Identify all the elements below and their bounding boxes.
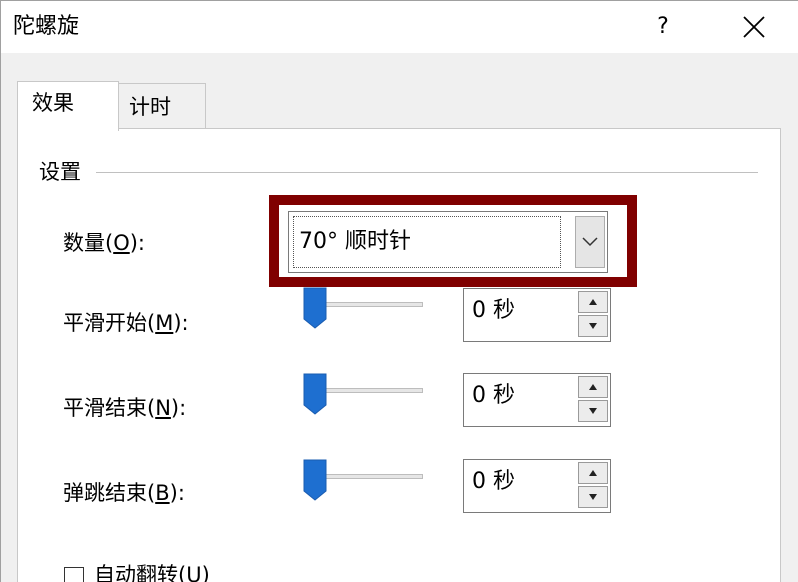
smooth-end-spinbox[interactable]: 0 秒 (463, 373, 611, 427)
smooth-start-increment-button[interactable] (578, 291, 608, 313)
chevron-down-icon (582, 237, 598, 247)
bounce-end-increment-button[interactable] (578, 462, 608, 484)
auto-reverse-label: 自动翻转(U) (94, 563, 210, 582)
group-divider (96, 172, 758, 173)
slider-thumb[interactable] (303, 373, 327, 415)
settings-group-label: 设置 (39, 158, 89, 186)
amount-label: 数量(O): (63, 231, 146, 255)
close-icon (743, 16, 765, 38)
smooth-start-slider[interactable] (303, 287, 423, 329)
smooth-start-spinbox[interactable]: 0 秒 (463, 288, 611, 342)
window-title: 陀螺旋 (13, 14, 80, 39)
help-button[interactable]: ? (641, 7, 685, 47)
triangle-up-icon (589, 470, 597, 476)
slider-thumb[interactable] (303, 459, 327, 501)
slider-thumb[interactable] (303, 287, 327, 329)
bounce-end-value: 0 秒 (472, 469, 515, 494)
smooth-end-value: 0 秒 (472, 383, 515, 408)
bounce-end-label: 弹跳结束(B): (63, 481, 185, 505)
smooth-end-slider[interactable] (303, 373, 423, 415)
triangle-up-icon (589, 299, 597, 305)
auto-reverse-checkbox[interactable] (64, 567, 84, 582)
bounce-end-spinbox[interactable]: 0 秒 (463, 459, 611, 513)
bounce-end-decrement-button[interactable] (578, 486, 608, 508)
triangle-down-icon (589, 494, 597, 500)
title-bar: 陀螺旋 ? (1, 1, 798, 53)
amount-value: 70° 顺时针 (299, 229, 411, 254)
triangle-down-icon (589, 408, 597, 414)
smooth-end-label: 平滑结束(N): (63, 396, 187, 420)
tab-effect[interactable]: 效果 (17, 81, 119, 131)
smooth-end-increment-button[interactable] (578, 376, 608, 398)
triangle-up-icon (589, 384, 597, 390)
smooth-end-decrement-button[interactable] (578, 400, 608, 422)
tab-timing[interactable]: 计时 (118, 83, 206, 129)
spin-animation-dialog: 陀螺旋 ? 效果 计时 设置 数量(O): 70° 顺时针 平滑开始(M): 0… (0, 0, 798, 582)
bounce-end-slider[interactable] (303, 459, 423, 501)
amount-dropdown-button[interactable] (575, 216, 605, 268)
smooth-start-decrement-button[interactable] (578, 315, 608, 337)
triangle-down-icon (589, 323, 597, 329)
amount-dropdown[interactable]: 70° 顺时针 (288, 211, 608, 273)
smooth-start-label: 平滑开始(M): (63, 311, 189, 335)
close-button[interactable] (731, 7, 777, 47)
smooth-start-value: 0 秒 (472, 298, 515, 323)
